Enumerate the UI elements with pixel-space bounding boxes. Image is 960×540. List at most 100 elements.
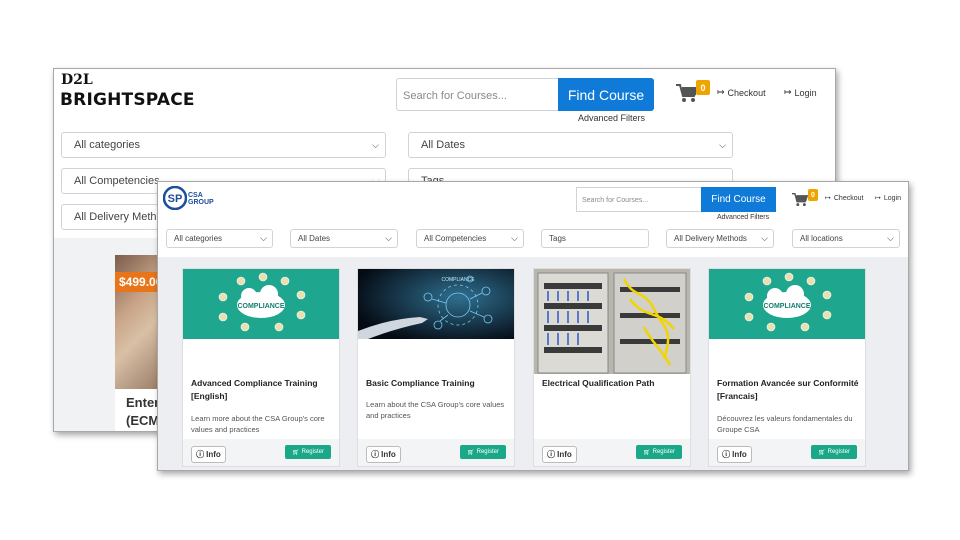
register-button[interactable]: 🛒︎ Register — [811, 445, 857, 459]
brightspace-logo: BRIGHTSPACE — [60, 90, 195, 110]
chevron-down-icon: ⌵ — [887, 233, 894, 243]
electrical-panel-graphic — [534, 269, 690, 374]
find-course-button[interactable]: Find Course — [701, 187, 776, 212]
info-button[interactable]: ⓘ Info — [717, 446, 752, 463]
search-input[interactable]: Search for Courses... — [396, 78, 558, 111]
chevron-down-icon: ⌵ — [511, 233, 518, 243]
svg-text:COMPLIANCE: COMPLIANCE — [237, 303, 284, 310]
compliance-graphic: COMPLIANCE — [183, 269, 339, 339]
advanced-filters-link[interactable]: Advanced Filters — [717, 214, 769, 221]
chevron-down-icon: ⌵ — [260, 233, 267, 243]
info-icon: ⓘ — [722, 450, 731, 459]
course-card[interactable]: Electrical Qualification Path ⓘ Info 🛒︎ … — [533, 268, 691, 467]
checkout-link[interactable]: ↦ Checkout — [825, 194, 864, 203]
course-description: Learn more about the CSA Group's core va… — [191, 414, 325, 434]
find-course-button[interactable]: Find Course — [558, 78, 654, 111]
logo-line: CSA — [188, 192, 203, 199]
info-button[interactable]: ⓘ Info — [191, 446, 226, 463]
info-button[interactable]: ⓘ Info — [542, 446, 577, 463]
category-select[interactable]: All categories ⌵ — [166, 229, 273, 248]
info-icon: ⓘ — [196, 450, 205, 459]
login-label: Login — [883, 194, 902, 202]
info-button[interactable]: ⓘ Info — [366, 446, 401, 463]
course-description: Learn about the CSA Group's core values … — [366, 400, 505, 420]
chevron-down-icon: ⌵ — [719, 139, 726, 150]
locations-select-value: All locations — [800, 234, 843, 243]
register-label: Register — [476, 449, 499, 455]
dates-select[interactable]: All Dates ⌵ — [290, 229, 398, 248]
compliance-tech-graphic: COMPLIANCE — [358, 269, 514, 339]
checkout-label: Checkout — [727, 87, 766, 98]
register-label: Register — [827, 449, 850, 455]
compliance-tech-image: COMPLIANCE — [358, 269, 514, 339]
dates-select-value: All Dates — [421, 139, 466, 151]
category-select[interactable]: All categories ⌵ — [61, 132, 386, 158]
chevron-down-icon: ⌵ — [385, 233, 392, 243]
dates-select-value: All Dates — [298, 234, 331, 243]
course-title[interactable]: Formation Avancée sur Conformité [Franca… — [717, 377, 859, 403]
card-footer: ⓘ Info 🛒︎ Register — [183, 439, 339, 466]
csa-window: SP CSA GROUP Search for Courses... Find … — [157, 181, 909, 471]
course-card[interactable]: COMPLIANCE Formation Avancée sur Conform… — [708, 268, 866, 467]
d2l-logo: D2L — [61, 72, 93, 88]
card-footer: ⓘ Info 🛒︎ Register — [358, 439, 514, 466]
compliance-image: COMPLIANCE — [183, 269, 339, 339]
login-label: Login — [794, 87, 817, 98]
category-select-value: All categories — [174, 234, 223, 243]
tags-input[interactable]: Tags — [541, 229, 649, 248]
info-label: Info — [557, 450, 572, 459]
delivery-select-value: All Delivery Metho — [74, 211, 163, 223]
cart-icon: 🛒︎ — [818, 449, 826, 456]
info-icon: ⓘ — [547, 450, 556, 459]
csa-logo-text: CSA GROUP — [188, 192, 214, 206]
info-label: Info — [206, 450, 221, 459]
register-label: Register — [652, 449, 675, 455]
card-footer: ⓘ Info 🛒︎ Register — [534, 439, 690, 466]
chevron-down-icon: ⌵ — [761, 233, 768, 243]
register-button[interactable]: 🛒︎ Register — [285, 445, 331, 459]
svg-text:SP: SP — [168, 193, 183, 205]
cart-icon: 🛒︎ — [292, 449, 300, 456]
register-button[interactable]: 🛒︎ Register — [460, 445, 506, 459]
competencies-select[interactable]: All Competencies ⌵ — [416, 229, 524, 248]
course-card[interactable]: COMPLIANCE Advanced Compliance Training … — [182, 268, 340, 467]
cart-icon: 🛒︎ — [643, 449, 651, 456]
sign-out-icon: ↦ — [825, 195, 831, 202]
register-button[interactable]: 🛒︎ Register — [636, 445, 682, 459]
logo-line: GROUP — [188, 199, 214, 206]
sign-in-icon: ↦ — [784, 87, 792, 97]
locations-select[interactable]: All locations ⌵ — [792, 229, 900, 248]
delivery-select[interactable]: All Delivery Methods ⌵ — [666, 229, 774, 248]
competencies-select-value: All Competencies — [424, 234, 487, 243]
chevron-down-icon: ⌵ — [372, 139, 379, 150]
login-link[interactable]: ↦ Login — [784, 87, 817, 98]
cart-icon[interactable] — [676, 83, 698, 103]
tags-placeholder: Tags — [549, 234, 566, 243]
svg-text:COMPLIANCE: COMPLIANCE — [441, 277, 475, 283]
card-footer: ⓘ Info 🛒︎ Register — [709, 439, 865, 466]
competencies-select-value: All Competencies — [74, 175, 160, 187]
info-label: Info — [381, 450, 396, 459]
cart-icon: 🛒︎ — [467, 449, 475, 456]
course-card[interactable]: COMPLIANCE Basic Compliance Training Lea… — [357, 268, 515, 467]
compliance-image: COMPLIANCE — [709, 269, 865, 339]
csa-logo-icon: SP — [163, 186, 187, 210]
course-title[interactable]: Advanced Compliance Training [English] — [191, 377, 333, 403]
checkout-link[interactable]: ↦ Checkout — [717, 87, 766, 98]
svg-text:COMPLIANCE: COMPLIANCE — [763, 303, 810, 310]
course-title[interactable]: Electrical Qualification Path — [542, 377, 684, 390]
sign-out-icon: ↦ — [717, 87, 725, 97]
dates-select[interactable]: All Dates ⌵ — [408, 132, 733, 158]
advanced-filters-link[interactable]: Advanced Filters — [578, 113, 645, 123]
info-icon: ⓘ — [371, 450, 380, 459]
search-input[interactable]: Search for Courses... — [576, 187, 701, 212]
electrical-panel-image — [534, 269, 690, 374]
info-label: Info — [732, 450, 747, 459]
login-link[interactable]: ↦ Login — [875, 194, 902, 203]
cart-icon[interactable] — [792, 192, 808, 207]
course-description: Découvrez les valeurs fondamentales du G… — [717, 414, 853, 434]
checkout-label: Checkout — [833, 194, 864, 202]
register-label: Register — [301, 449, 324, 455]
compliance-graphic: COMPLIANCE — [709, 269, 865, 339]
course-title[interactable]: Basic Compliance Training — [366, 377, 508, 390]
